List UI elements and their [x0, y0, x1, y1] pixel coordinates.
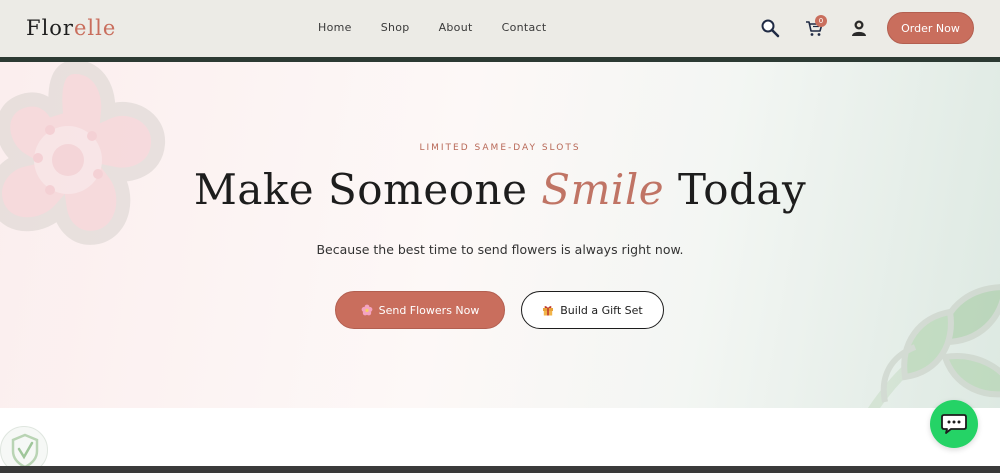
flower-icon: [361, 304, 372, 316]
gift-icon: [543, 306, 554, 316]
next-section-strip: [0, 466, 1000, 473]
nav-item-about[interactable]: About: [439, 21, 473, 34]
brand-name-main: Flor: [26, 16, 74, 40]
headline-start: Make Someone: [193, 165, 542, 214]
order-now-button[interactable]: Order Now: [887, 12, 974, 44]
send-flowers-button[interactable]: Send Flowers Now: [335, 291, 505, 329]
user-icon[interactable]: [849, 18, 869, 38]
hero-eyebrow: LIMITED SAME-DAY SLOTS: [419, 143, 581, 153]
main-nav: Home Shop About Contact: [318, 21, 547, 34]
nav-item-home[interactable]: Home: [318, 21, 352, 34]
build-gift-set-button[interactable]: Build a Gift Set: [521, 291, 664, 329]
brand-name-accent: elle: [73, 16, 117, 40]
leaf-decoration: [867, 284, 1000, 408]
headline-accent: Smile: [541, 165, 665, 214]
build-gift-set-label: Build a Gift Set: [560, 303, 643, 317]
hero-headline: Make Someone Smile Today: [0, 165, 1000, 214]
search-icon[interactable]: [760, 18, 780, 38]
chat-button[interactable]: [930, 400, 978, 448]
chat-icon: [941, 414, 967, 434]
flower-decoration: [0, 62, 165, 245]
hero-section: LIMITED SAME-DAY SLOTS Make Someone Smil…: [0, 62, 1000, 408]
nav-item-contact[interactable]: Contact: [502, 21, 547, 34]
send-flowers-label: Send Flowers Now: [378, 303, 480, 317]
brand-logo[interactable]: Florelle: [26, 16, 116, 40]
headline-end: Today: [664, 165, 807, 214]
nav-item-shop[interactable]: Shop: [381, 21, 410, 34]
site-header: Florelle Home Shop About Contact 0 Order…: [0, 0, 1000, 57]
hero-subtitle: Because the best time to send flowers is…: [316, 242, 684, 257]
cart-count-badge: 0: [815, 15, 827, 27]
